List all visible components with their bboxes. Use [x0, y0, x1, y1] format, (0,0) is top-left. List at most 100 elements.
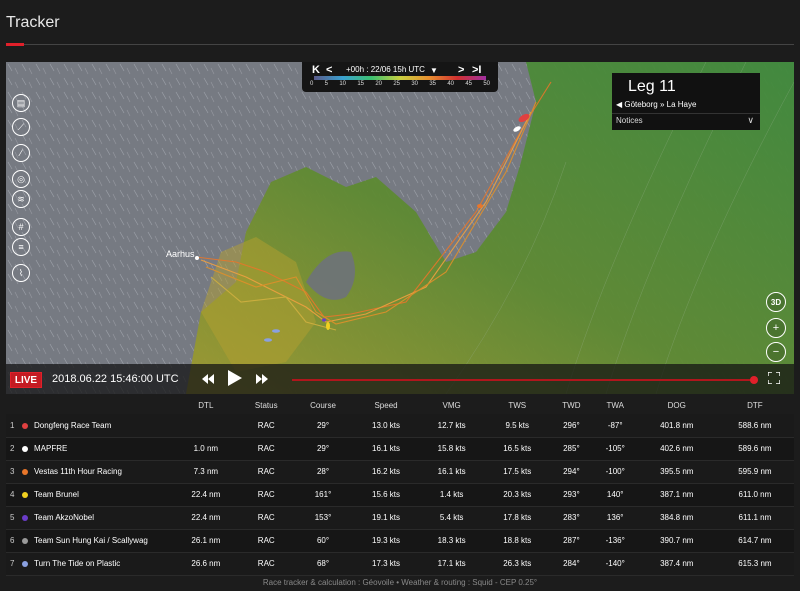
chevron-down-icon[interactable]: ∨: [747, 115, 754, 126]
skip-start-icon[interactable]: K: [312, 64, 320, 76]
chevron-down-icon[interactable]: ▼: [430, 66, 438, 75]
rank-cell: 2: [10, 444, 15, 453]
3d-view-button[interactable]: 3D: [766, 292, 786, 312]
dtf-cell: 615.3 nm: [738, 559, 772, 568]
course-cell: 29°: [316, 420, 330, 430]
twa-cell: -87°: [607, 420, 623, 430]
column-header[interactable]: Status: [239, 397, 293, 414]
fast-forward-icon[interactable]: [256, 374, 268, 384]
grid-icon[interactable]: #: [12, 218, 30, 236]
page-header: Tracker: [0, 0, 800, 46]
tracker-map[interactable]: K < +00h : 22/06 15h UTC ▼ > >I 0 5 10 15 20…: [6, 62, 794, 394]
scale-tick: 5: [324, 81, 328, 87]
skip-end-icon[interactable]: >I: [472, 64, 481, 76]
team-cell[interactable]: Team Brunel: [22, 483, 172, 506]
team-color-dot: [22, 537, 28, 544]
column-header[interactable]: DTF: [715, 397, 794, 414]
live-badge[interactable]: LIVE: [10, 372, 42, 388]
tws-cell: 20.3 kts: [503, 490, 532, 499]
scale-tick: 45: [465, 81, 472, 87]
twd-cell: 283°: [563, 513, 580, 522]
page-title: Tracker: [6, 14, 60, 31]
team-cell[interactable]: MAPFRE: [22, 437, 172, 460]
zoom-out-button[interactable]: −: [766, 342, 786, 362]
dtl-cell: 26.1 nm: [191, 536, 221, 545]
status-cell: RAC: [257, 536, 275, 545]
scale-tick: 50: [483, 81, 490, 87]
wind-icon[interactable]: ≋: [12, 190, 30, 208]
speed-cell: 16.1 kts: [372, 444, 401, 453]
rewind-icon[interactable]: [202, 374, 214, 384]
column-header[interactable]: [22, 397, 172, 414]
column-header[interactable]: TWA: [592, 397, 638, 414]
status-cell: RAC: [257, 559, 275, 568]
leg-divider: [612, 113, 760, 114]
route-icon[interactable]: ⟋: [12, 118, 30, 136]
vmg-cell: 12.7 kts: [437, 420, 466, 430]
column-header[interactable]: VMG: [418, 397, 485, 414]
twa-cell: 140°: [606, 490, 624, 499]
step-forward-icon[interactable]: >: [458, 64, 464, 76]
status-cell: RAC: [257, 513, 275, 522]
leg-title: Leg 11: [628, 78, 676, 95]
wind-scale-bar: [314, 76, 486, 80]
column-header[interactable]: TWS: [484, 397, 551, 414]
compass-icon[interactable]: ◎: [12, 170, 30, 188]
table-row[interactable]: 7 Turn The Tide on Plastic 26.6 nm RAC 68° 17…: [6, 552, 794, 575]
table-row[interactable]: 3 Vestas 11th Hour Racing 7.3 nm RAC 28° 16.2…: [6, 460, 794, 483]
team-cell[interactable]: Team Sun Hung Kai / Scallywag: [22, 529, 172, 552]
rank-cell: 6: [10, 536, 15, 545]
column-header[interactable]: DTL: [172, 397, 240, 414]
twd-cell: 287°: [563, 536, 580, 545]
rank-cell: 1: [10, 420, 15, 430]
twd-cell: 284°: [563, 559, 580, 568]
ruler-icon[interactable]: ⁄: [12, 144, 30, 162]
table-row[interactable]: 4 Team Brunel 22.4 nm RAC 161° 15.6 kts 1.4 kt…: [6, 483, 794, 506]
scale-tick: 10: [339, 81, 346, 87]
twd-cell: 285°: [563, 444, 580, 453]
twd-cell: 294°: [563, 467, 580, 476]
column-header[interactable]: DOG: [637, 397, 716, 414]
fullscreen-icon[interactable]: [768, 372, 780, 384]
course-cell: 153°: [314, 513, 332, 522]
tws-cell: 17.8 kts: [503, 513, 532, 522]
leg-route[interactable]: ◀ Göteborg » La Haye: [616, 100, 696, 109]
play-icon[interactable]: [228, 370, 242, 386]
twa-cell: -105°: [605, 444, 625, 453]
column-header[interactable]: Course: [292, 397, 354, 414]
rank-cell: 7: [10, 559, 15, 568]
chart-icon[interactable]: ⌇: [12, 264, 30, 282]
column-header[interactable]: [6, 397, 22, 414]
column-header[interactable]: Speed: [353, 397, 419, 414]
dog-cell: 387.4 nm: [660, 559, 694, 568]
twd-cell: 296°: [563, 420, 580, 430]
table-row[interactable]: 2 MAPFRE 1.0 nm RAC 29° 16.1 kts 15.8 kts 16.5 …: [6, 437, 794, 460]
table-row[interactable]: 6 Team Sun Hung Kai / Scallywag 26.1 nm RAC…: [6, 529, 794, 552]
playback-thumb[interactable]: [750, 376, 758, 384]
table-header-row: DTL Status Course Speed VMG TWS TWD TWA DOG DTF: [6, 397, 794, 414]
playback-track[interactable]: [292, 379, 754, 381]
team-name: Dongfeng Race Team: [34, 420, 112, 430]
team-name: Team Brunel: [34, 490, 79, 499]
team-cell[interactable]: Dongfeng Race Team: [22, 414, 172, 437]
dog-cell: 384.8 nm: [660, 513, 694, 522]
table-row[interactable]: 5 Team AkzoNobel 22.4 nm RAC 153° 19.1 kts 5.4…: [6, 506, 794, 529]
step-back-icon[interactable]: <: [326, 64, 332, 76]
tws-cell: 18.8 kts: [503, 536, 532, 545]
dtl-cell: 1.0 nm: [193, 444, 219, 453]
layers-icon[interactable]: ▤: [12, 94, 30, 112]
zoom-in-button[interactable]: +: [766, 318, 786, 338]
notices-toggle[interactable]: Notices: [616, 116, 643, 125]
dtl-cell: 22.4 nm: [191, 490, 221, 499]
team-cell[interactable]: Vestas 11th Hour Racing: [22, 460, 172, 483]
scale-tick: 35: [429, 81, 436, 87]
rank-cell: 5: [10, 513, 15, 522]
team-cell[interactable]: Turn The Tide on Plastic: [22, 552, 172, 575]
team-cell[interactable]: Team AkzoNobel: [22, 506, 172, 529]
status-cell: RAC: [257, 490, 275, 499]
dtf-cell: 611.1 nm: [738, 513, 772, 522]
rank-cell: 4: [10, 490, 15, 499]
column-header[interactable]: TWD: [550, 397, 593, 414]
table-row[interactable]: 1 Dongfeng Race Team RAC 29° 13.0 kts 12.7 kt…: [6, 414, 794, 437]
waves-icon[interactable]: ≡: [12, 238, 30, 256]
